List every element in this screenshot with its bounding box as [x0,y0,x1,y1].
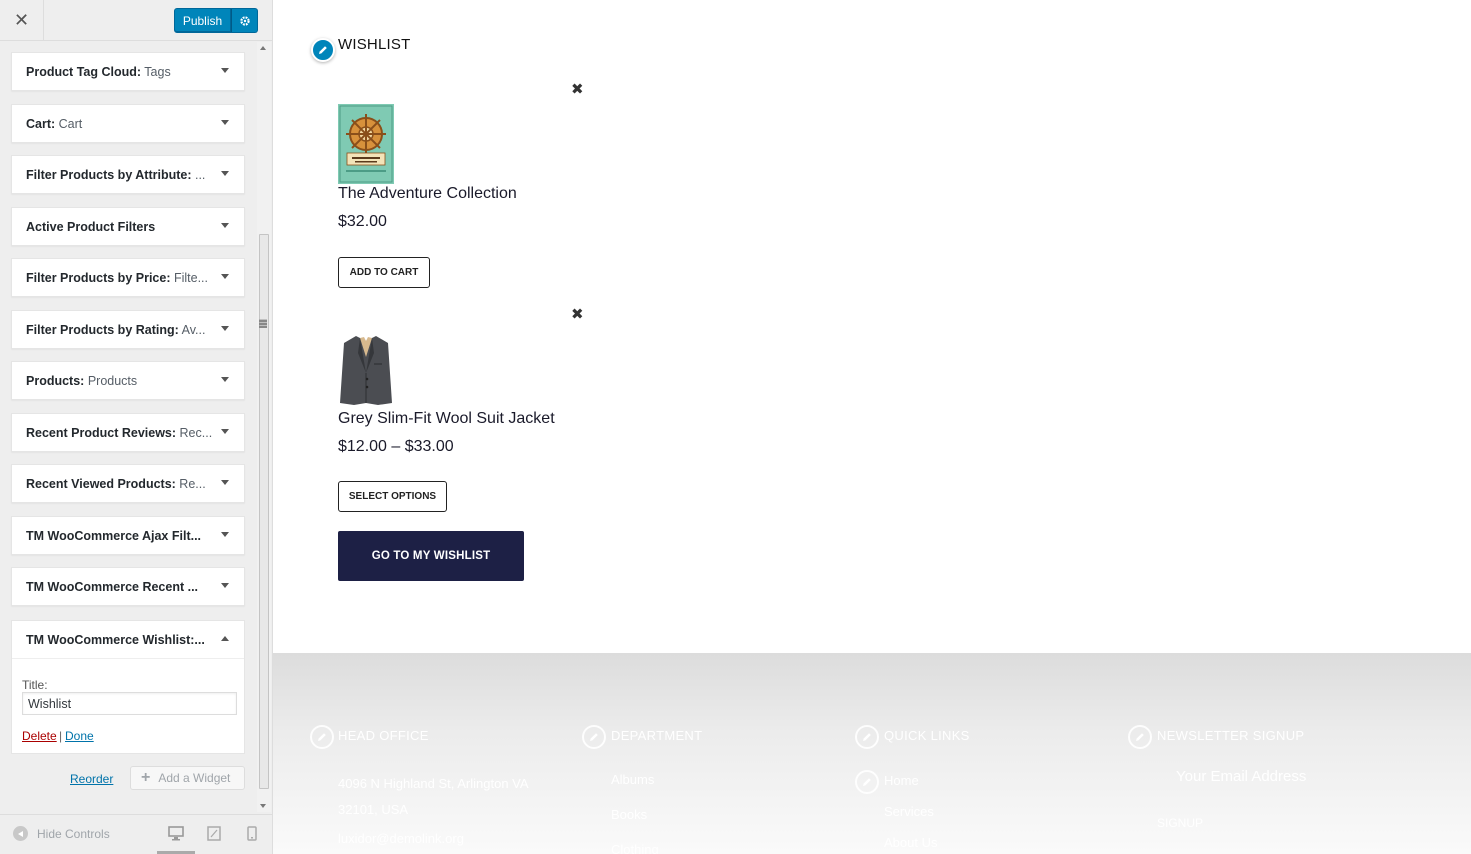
footer-heading-department: DEPARTMENT [611,728,703,743]
widget-item[interactable]: Filter Products by Price: Filte... [11,258,245,297]
chevron-down-icon[interactable] [221,68,229,73]
footer-heading-newsletter: NEWSLETTER SIGNUP [1157,728,1305,743]
widget-title: TM WooCommerce Recent ... [26,580,199,594]
edit-pencil-icon[interactable] [582,725,606,749]
link-separator: | [59,729,63,743]
widget-item[interactable]: Recent Product Reviews: Rec... [11,412,245,452]
footer-heading-quick-links: QUICK LINKS [884,728,970,743]
newsletter-signup-button[interactable]: SIGNUP [1157,816,1203,830]
chevron-down-icon[interactable] [221,531,229,537]
footer-link[interactable]: Clothing [611,842,659,854]
chevron-down-icon[interactable] [221,583,229,588]
scroll-up-arrow-icon[interactable] [260,46,266,50]
chevron-down-icon[interactable] [221,222,229,228]
customizer-footer: Hide Controls [0,814,272,854]
chevron-down-icon[interactable] [221,377,229,382]
widget-title: TM WooCommerce Wishlist:... [26,633,205,647]
widget-item[interactable]: Recent Viewed Products: Re... [11,464,245,503]
product-price: $32.00 [338,213,387,230]
footer-email-link[interactable]: luxidor@demolink.org [338,831,464,846]
chevron-down-icon[interactable] [221,428,229,434]
desktop-preview-icon[interactable] [168,826,184,844]
chevron-down-icon[interactable] [221,171,229,176]
widget-title: Filter Products by Attribute: ... [26,168,206,182]
widget-item[interactable]: Filter Products by Rating: Av... [11,309,245,349]
grip-icon: ▬ ▬ ▬ [259,315,267,330]
book-cover-icon[interactable] [338,104,394,187]
customizer-sidebar: ✕ Publish Product Tag Cloud: Tags Cart: … [0,0,273,854]
widget-item[interactable]: Filter Products by Attribute: ... [11,155,245,194]
sidebar-scrollbar[interactable]: ▬ ▬ ▬ [257,42,271,812]
product-name[interactable]: The Adventure Collection [338,185,517,203]
edit-pencil-icon[interactable] [1128,725,1152,749]
delete-link[interactable]: Delete [22,729,57,743]
widget-item[interactable]: TM WooCommerce Recent ... [11,567,245,606]
scroll-down-arrow-icon[interactable] [260,804,266,808]
chevron-up-icon[interactable] [221,636,229,641]
go-to-wishlist-button[interactable]: GO TO MY WISHLIST [338,531,524,581]
widget-title: Cart: Cart [26,116,83,131]
widget-title: Filter Products by Rating: Av... [26,322,206,337]
wishlist-widget-expanded: TM WooCommerce Wishlist:... Title: Delet… [11,620,245,754]
edit-pencil-icon[interactable] [310,725,334,749]
widget-item[interactable]: Cart: Cart [11,103,245,143]
customizer-header: ✕ Publish [0,0,272,41]
widget-title: Filter Products by Price: Filte... [26,271,208,285]
newsletter-email-input[interactable]: Your Email Address [1176,768,1306,785]
add-widget-label: Add a Widget [158,771,231,785]
chevron-down-icon[interactable] [221,119,229,125]
widget-title: Recent Viewed Products: Re... [26,477,206,491]
widget-list: Product Tag Cloud: Tags Cart: Cart Filte… [11,52,245,619]
widget-item[interactable]: Active Product Filters [11,206,245,246]
tablet-preview-icon[interactable] [207,826,221,844]
select-options-button[interactable]: SELECT OPTIONS [338,481,447,512]
footer-heading-head-office: HEAD OFFICE [338,728,429,743]
title-field[interactable] [22,692,237,715]
site-preview: WISHLIST ✖ The Adventure Collection $32.… [273,0,1471,854]
publish-settings-gear-icon[interactable] [231,8,258,33]
add-widget-button[interactable]: + Add a Widget [130,766,245,790]
widget-item[interactable]: TM WooCommerce Ajax Filt... [11,515,245,555]
widget-title: Products: Products [26,374,138,388]
suit-jacket-icon[interactable] [338,333,394,410]
chevron-down-icon[interactable] [221,325,229,331]
remove-item-icon[interactable]: ✖ [571,80,584,98]
add-to-cart-button[interactable]: ADD TO CART [338,257,430,288]
hide-controls-button[interactable]: Hide Controls [13,826,110,841]
edit-pencil-icon[interactable] [855,725,879,749]
publish-button[interactable]: Publish [174,8,231,33]
mobile-preview-icon[interactable] [247,826,257,844]
remove-item-icon[interactable]: ✖ [571,305,584,323]
hide-controls-label: Hide Controls [37,826,110,841]
footer-address-line: 4096 N Highland St, Arlington VA [338,776,529,791]
close-icon[interactable]: ✕ [0,0,44,41]
chevron-down-icon[interactable] [221,480,229,485]
widget-item[interactable]: Products: Products [11,361,245,400]
product-name[interactable]: Grey Slim-Fit Wool Suit Jacket [338,410,555,428]
title-field-label: Title: [22,678,48,692]
edit-pencil-icon[interactable] [855,770,879,794]
plus-icon: + [141,769,151,786]
footer-link[interactable]: Albums [611,772,654,787]
widget-item[interactable]: Product Tag Cloud: Tags [11,52,245,91]
footer-address-line: 32101, USA [338,802,409,817]
footer-link[interactable]: Books [611,807,647,822]
widget-title: TM WooCommerce Ajax Filt... [26,528,202,543]
done-link[interactable]: Done [65,729,94,743]
widget-title: Product Tag Cloud: Tags [26,65,171,79]
widget-title: Recent Product Reviews: Rec... [26,425,213,440]
footer-link[interactable]: About Us [884,835,937,850]
product-price: $12.00 – $33.00 [338,438,454,455]
reorder-link[interactable]: Reorder [70,772,113,786]
widget-title: Active Product Filters [26,219,156,234]
widget-item[interactable]: TM WooCommerce Wishlist:... [12,621,244,659]
wishlist-heading: WISHLIST [338,36,411,53]
publish-group: Publish [174,8,258,33]
collapse-arrow-icon [13,826,28,841]
chevron-down-icon[interactable] [221,274,229,279]
site-footer: HEAD OFFICE 4096 N Highland St, Arlingto… [273,653,1471,854]
footer-link[interactable]: Home [884,773,919,788]
footer-link[interactable]: Services [884,804,934,819]
edit-pencil-icon[interactable] [311,38,335,62]
